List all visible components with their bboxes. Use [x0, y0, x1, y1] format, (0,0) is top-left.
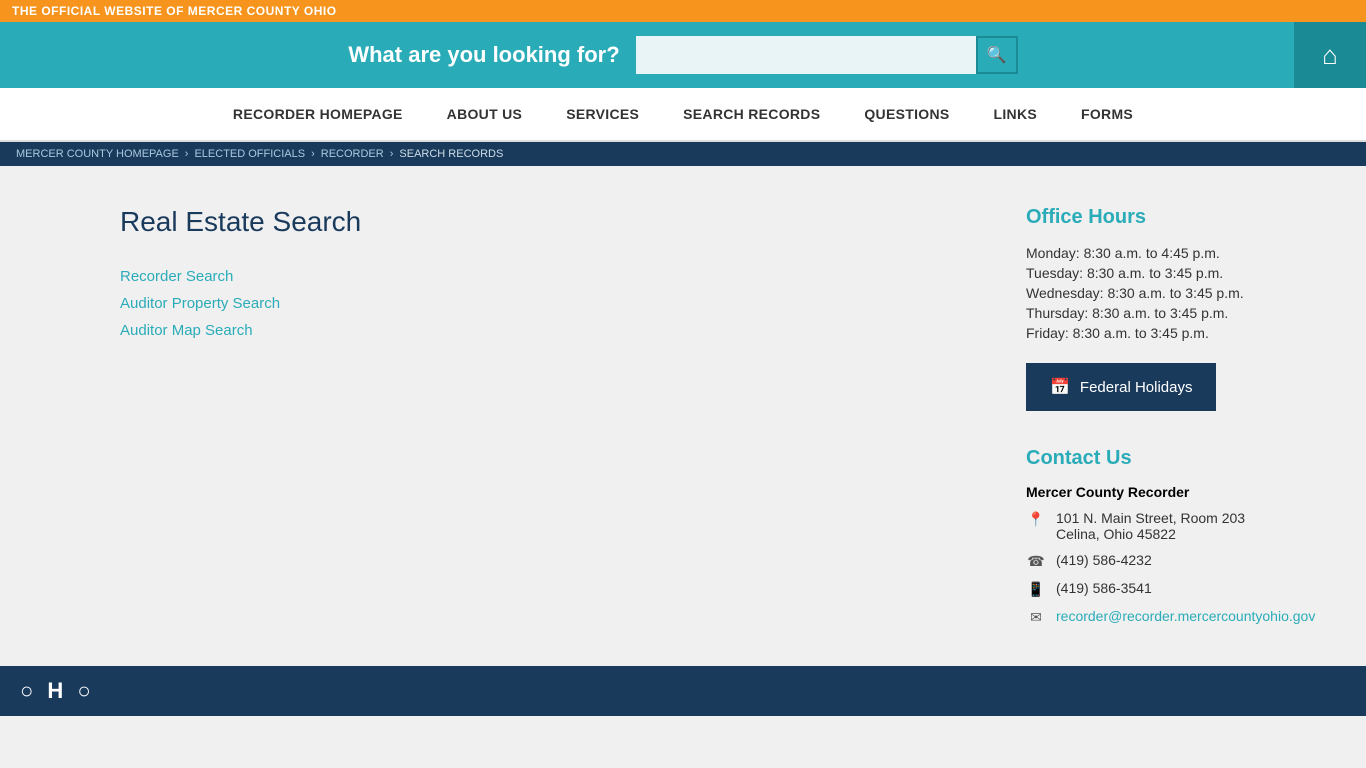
breadcrumb-current: SEARCH RECORDS	[399, 148, 503, 160]
email-icon: ✉	[1026, 609, 1046, 626]
contact-address-row: 📍 101 N. Main Street, Room 203 Celina, O…	[1026, 510, 1336, 542]
breadcrumb-sep-1: ›	[185, 148, 189, 160]
search-input[interactable]	[636, 36, 976, 74]
calendar-icon: 📅	[1050, 377, 1070, 397]
page-title: Real Estate Search	[120, 206, 956, 238]
contact-org-name: Mercer County Recorder	[1026, 484, 1189, 500]
contact-us-title: Contact Us	[1026, 447, 1336, 470]
right-panel: Office Hours Monday: 8:30 a.m. to 4:45 p…	[1006, 166, 1366, 666]
nav-item-about-us[interactable]: ABOUT US	[425, 88, 545, 140]
nav-item-forms[interactable]: FORMS	[1059, 88, 1155, 140]
contact-address: 101 N. Main Street, Room 203 Celina, Ohi…	[1056, 510, 1245, 542]
contact-fax: (419) 586-3541	[1056, 580, 1152, 596]
nav-item-search-records[interactable]: SEARCH RECORDS	[661, 88, 842, 140]
search-links: Recorder Search Auditor Property Search …	[120, 268, 956, 339]
header: What are you looking for? 🔍 ⌂	[0, 22, 1366, 88]
nav-item-services[interactable]: SERVICES	[544, 88, 661, 140]
search-form: 🔍	[636, 36, 1018, 74]
contact-block: Mercer County Recorder 📍 101 N. Main Str…	[1026, 484, 1336, 626]
recorder-search-link[interactable]: Recorder Search	[120, 268, 233, 285]
contact-name: Mercer County Recorder	[1026, 484, 1336, 500]
hours-list: Monday: 8:30 a.m. to 4:45 p.m. Tuesday: …	[1026, 243, 1336, 343]
list-item-auditor-property: Auditor Property Search	[120, 295, 956, 312]
main-nav: RECORDER HOMEPAGE ABOUT US SERVICES SEAR…	[0, 88, 1366, 142]
contact-phone-row: ☎ (419) 586-4232	[1026, 552, 1336, 570]
home-button[interactable]: ⌂	[1294, 22, 1366, 88]
list-item-recorder-search: Recorder Search	[120, 268, 956, 285]
breadcrumb-sep-2: ›	[311, 148, 315, 160]
nav-item-links[interactable]: LINKS	[972, 88, 1060, 140]
location-icon: 📍	[1026, 511, 1046, 528]
auditor-map-link[interactable]: Auditor Map Search	[120, 322, 253, 339]
contact-email-link[interactable]: recorder@recorder.mercercountyohio.gov	[1056, 608, 1315, 624]
top-bar: THE OFFICIAL WEBSITE OF MERCER COUNTY OH…	[0, 0, 1366, 22]
mobile-icon: 📱	[1026, 581, 1046, 598]
nav-item-recorder-homepage[interactable]: RECORDER HOMEPAGE	[211, 88, 425, 140]
search-label: What are you looking for?	[348, 42, 619, 68]
hours-friday: Friday: 8:30 a.m. to 3:45 p.m.	[1026, 323, 1336, 343]
contact-fax-row: 📱 (419) 586-3541	[1026, 580, 1336, 598]
contact-phone: (419) 586-4232	[1056, 552, 1152, 568]
contact-address-line1: 101 N. Main Street, Room 203	[1056, 510, 1245, 526]
footer-bar: ○ H ○	[0, 666, 1366, 716]
breadcrumb-recorder[interactable]: RECORDER	[321, 148, 384, 160]
breadcrumb-mercer-county[interactable]: MERCER COUNTY HOMEPAGE	[16, 148, 179, 160]
contact-email-row: ✉ recorder@recorder.mercercountyohio.gov	[1026, 608, 1336, 626]
hours-tuesday: Tuesday: 8:30 a.m. to 3:45 p.m.	[1026, 263, 1336, 283]
hours-wednesday: Wednesday: 8:30 a.m. to 3:45 p.m.	[1026, 283, 1336, 303]
home-icon: ⌂	[1322, 40, 1338, 71]
phone-icon: ☎	[1026, 553, 1046, 570]
hours-monday: Monday: 8:30 a.m. to 4:45 p.m.	[1026, 243, 1336, 263]
main-content: Real Estate Search Recorder Search Audit…	[0, 166, 1366, 666]
hours-thursday: Thursday: 8:30 a.m. to 3:45 p.m.	[1026, 303, 1336, 323]
left-panel: Real Estate Search Recorder Search Audit…	[0, 166, 1006, 666]
auditor-property-link[interactable]: Auditor Property Search	[120, 295, 280, 312]
nav-item-questions[interactable]: QUESTIONS	[842, 88, 971, 140]
search-button[interactable]: 🔍	[976, 36, 1018, 74]
list-item-auditor-map: Auditor Map Search	[120, 322, 956, 339]
search-icon: 🔍	[987, 45, 1007, 65]
federal-holidays-button[interactable]: 📅 Federal Holidays	[1026, 363, 1216, 411]
breadcrumb: MERCER COUNTY HOMEPAGE › ELECTED OFFICIA…	[0, 142, 1366, 166]
contact-address-line2: Celina, Ohio 45822	[1056, 526, 1245, 542]
top-bar-label: THE OFFICIAL WEBSITE OF MERCER COUNTY OH…	[12, 4, 337, 18]
breadcrumb-elected-officials[interactable]: ELECTED OFFICIALS	[194, 148, 305, 160]
breadcrumb-sep-3: ›	[390, 148, 394, 160]
footer-ohio-text: ○ H ○	[20, 678, 95, 704]
office-hours-title: Office Hours	[1026, 206, 1336, 229]
federal-holidays-label: Federal Holidays	[1080, 379, 1193, 396]
